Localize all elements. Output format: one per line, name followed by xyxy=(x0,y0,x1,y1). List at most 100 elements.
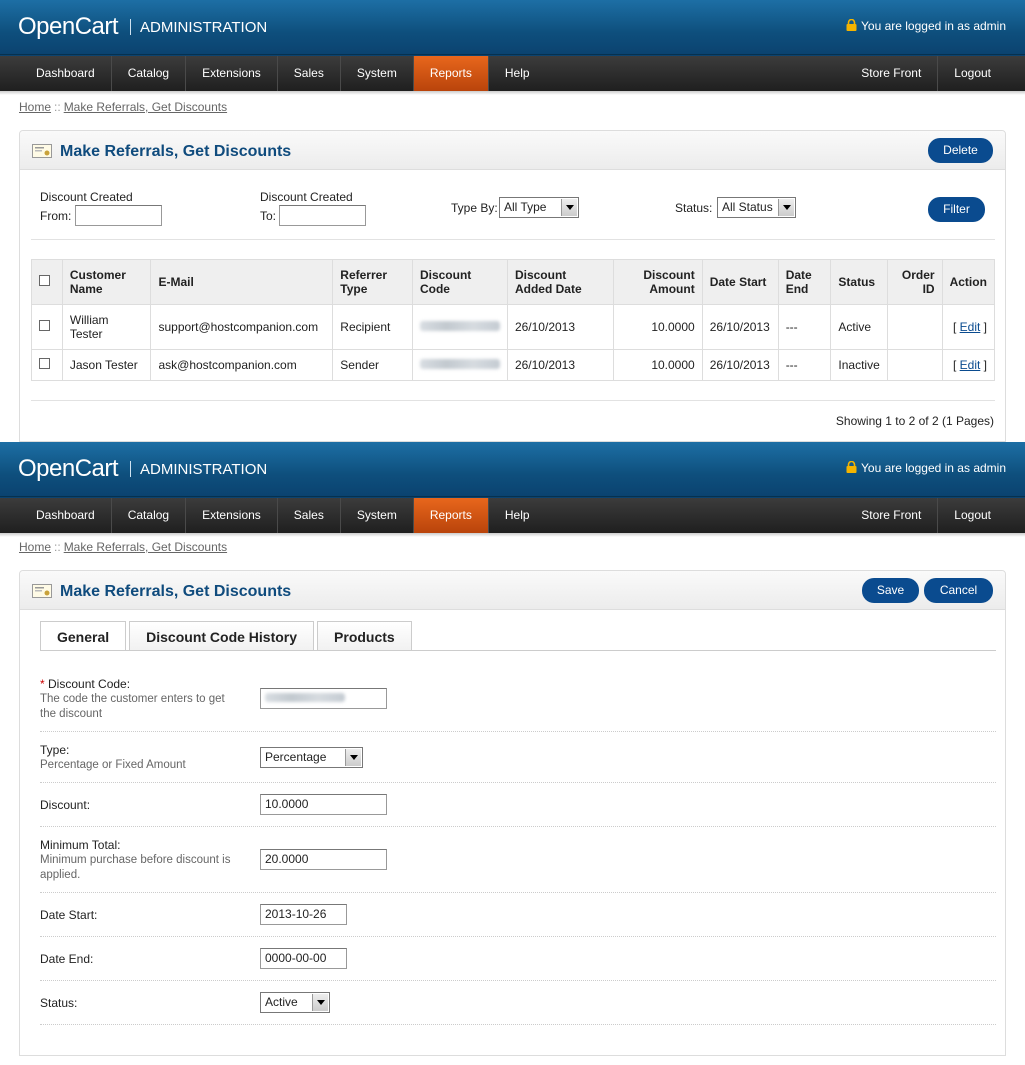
nav-sales[interactable]: Sales xyxy=(278,498,341,533)
redacted-code xyxy=(265,693,345,702)
discount-code-help: The code the customer enters to get the … xyxy=(40,693,225,720)
brand-logo[interactable]: OpenCart xyxy=(18,455,119,483)
nav-dashboard[interactable]: Dashboard xyxy=(20,56,112,91)
nav-shadow xyxy=(0,91,1025,95)
chevron-down-icon xyxy=(345,749,361,766)
nav-store-front[interactable]: Store Front xyxy=(845,56,939,91)
nav-reports[interactable]: Reports xyxy=(413,56,489,91)
status-filter-select[interactable]: All Status xyxy=(717,197,796,218)
nav-logout[interactable]: Logout xyxy=(938,56,1007,91)
discount-table: Customer Name E-Mail Referrer Type Disco… xyxy=(31,259,996,381)
created-from-input[interactable] xyxy=(75,205,162,226)
cell-email: support@hostcompanion.com xyxy=(150,304,334,350)
nav-dashboard[interactable]: Dashboard xyxy=(20,498,112,533)
type-select[interactable]: Percentage xyxy=(260,747,363,768)
nav-system[interactable]: System xyxy=(341,56,414,91)
admin-label: ADMINISTRATION xyxy=(140,461,268,478)
cell-date-end: --- xyxy=(777,349,832,381)
date-end-input[interactable]: 0000-00-00 xyxy=(260,948,347,969)
nav-help[interactable]: Help xyxy=(489,56,546,91)
min-total-help: Minimum purchase before discount is appl… xyxy=(40,854,231,881)
delete-button[interactable]: Delete xyxy=(928,138,993,163)
col-date-end[interactable]: Date End xyxy=(777,259,832,305)
type-by-value: All Type xyxy=(504,200,547,214)
tab-general[interactable]: General xyxy=(40,621,127,651)
edit-bracket-open: [ xyxy=(952,320,960,334)
edit-link[interactable]: Edit xyxy=(960,358,981,372)
page-title: Make Referrals, Get Discounts xyxy=(60,583,292,600)
status-value: Active xyxy=(265,995,298,1009)
page-title: Make Referrals, Get Discounts xyxy=(60,143,292,160)
pagination-divider xyxy=(31,400,995,401)
col-discount-code[interactable]: Discount Code xyxy=(411,259,508,305)
breadcrumb-current[interactable]: Make Referrals, Get Discounts xyxy=(64,540,227,554)
cell-added-date: 26/10/2013 xyxy=(506,304,615,350)
discount-code-input[interactable] xyxy=(260,688,387,709)
nav-system[interactable]: System xyxy=(341,498,414,533)
col-email[interactable]: E-Mail xyxy=(150,259,334,305)
chevron-down-icon xyxy=(778,199,794,216)
login-text: You are logged in as admin xyxy=(861,461,1006,475)
discount-list-screen: OpenCart ADMINISTRATION You are logged i… xyxy=(0,0,1025,442)
col-order-id[interactable]: Order ID xyxy=(886,259,943,305)
field-date-end: Date End: 0000-00-00 xyxy=(40,937,996,981)
nav-reports[interactable]: Reports xyxy=(413,498,489,533)
col-referrer-type[interactable]: Referrer Type xyxy=(332,259,413,305)
col-date-start[interactable]: Date Start xyxy=(701,259,779,305)
nav-sales[interactable]: Sales xyxy=(278,56,341,91)
col-customer-name[interactable]: Customer Name xyxy=(61,259,152,305)
nav-extensions[interactable]: Extensions xyxy=(186,56,278,91)
discount-edit-screen: OpenCart ADMINISTRATION You are logged i… xyxy=(0,442,1025,1065)
breadcrumb-home[interactable]: Home xyxy=(19,540,51,554)
filter-button[interactable]: Filter xyxy=(928,197,985,222)
discount-code-label-block: * Discount Code: The code the customer e… xyxy=(40,677,235,722)
nav-help[interactable]: Help xyxy=(489,498,546,533)
row-select-cell xyxy=(31,304,63,350)
discount-input[interactable]: 10.0000 xyxy=(260,794,387,815)
row-checkbox[interactable] xyxy=(39,358,50,369)
nav-catalog[interactable]: Catalog xyxy=(112,498,187,533)
tab-underline xyxy=(40,650,996,651)
type-label: Type: xyxy=(40,743,70,757)
admin-header: OpenCart ADMINISTRATION You are logged i… xyxy=(0,0,1025,55)
edit-bracket-open: [ xyxy=(952,358,960,372)
select-all-checkbox[interactable] xyxy=(39,275,50,286)
nav-store-front[interactable]: Store Front xyxy=(845,498,939,533)
tab-bar: General Discount Code History Products xyxy=(40,621,415,651)
cancel-button[interactable]: Cancel xyxy=(924,578,993,603)
cell-amount: 10.0000 xyxy=(613,304,703,350)
chevron-down-icon xyxy=(561,199,577,216)
type-value: Percentage xyxy=(265,750,327,764)
breadcrumb-home[interactable]: Home xyxy=(19,100,51,114)
certificate-icon xyxy=(32,144,52,158)
redacted-code xyxy=(419,321,500,331)
type-by-select[interactable]: All Type xyxy=(499,197,579,218)
breadcrumb-current[interactable]: Make Referrals, Get Discounts xyxy=(64,100,227,114)
min-total-input[interactable]: 20.0000 xyxy=(260,849,387,870)
discount-code-label: Discount Code: xyxy=(48,677,131,691)
table-row: William Tester support@hostcompanion.com… xyxy=(31,304,996,350)
field-date-start: Date Start: 2013-10-26 xyxy=(40,893,996,937)
nav-extensions[interactable]: Extensions xyxy=(186,498,278,533)
created-to-sublabel: To: xyxy=(260,209,277,223)
col-discount-added-date[interactable]: Discount Added Date xyxy=(506,259,615,305)
field-type: Type: Percentage or Fixed Amount Percent… xyxy=(40,732,996,783)
tab-products[interactable]: Products xyxy=(317,621,412,651)
table-row: Jason Tester ask@hostcompanion.com Sende… xyxy=(31,349,996,381)
created-to-input[interactable] xyxy=(279,205,366,226)
row-checkbox[interactable] xyxy=(39,320,50,331)
col-discount-amount[interactable]: Discount Amount xyxy=(613,259,703,305)
edit-link[interactable]: Edit xyxy=(960,320,981,334)
status-select[interactable]: Active xyxy=(260,992,330,1013)
nav-catalog[interactable]: Catalog xyxy=(112,56,187,91)
redacted-code xyxy=(419,359,500,369)
date-start-input[interactable]: 2013-10-26 xyxy=(260,904,347,925)
discount-label: Discount: xyxy=(40,798,91,812)
nav-logout[interactable]: Logout xyxy=(938,498,1007,533)
col-status[interactable]: Status xyxy=(830,259,888,305)
save-button[interactable]: Save xyxy=(862,578,919,603)
main-nav: Dashboard Catalog Extensions Sales Syste… xyxy=(0,55,1025,95)
brand-logo[interactable]: OpenCart xyxy=(18,13,119,41)
breadcrumb-separator: :: xyxy=(54,540,61,554)
tab-discount-code-history[interactable]: Discount Code History xyxy=(129,621,315,651)
